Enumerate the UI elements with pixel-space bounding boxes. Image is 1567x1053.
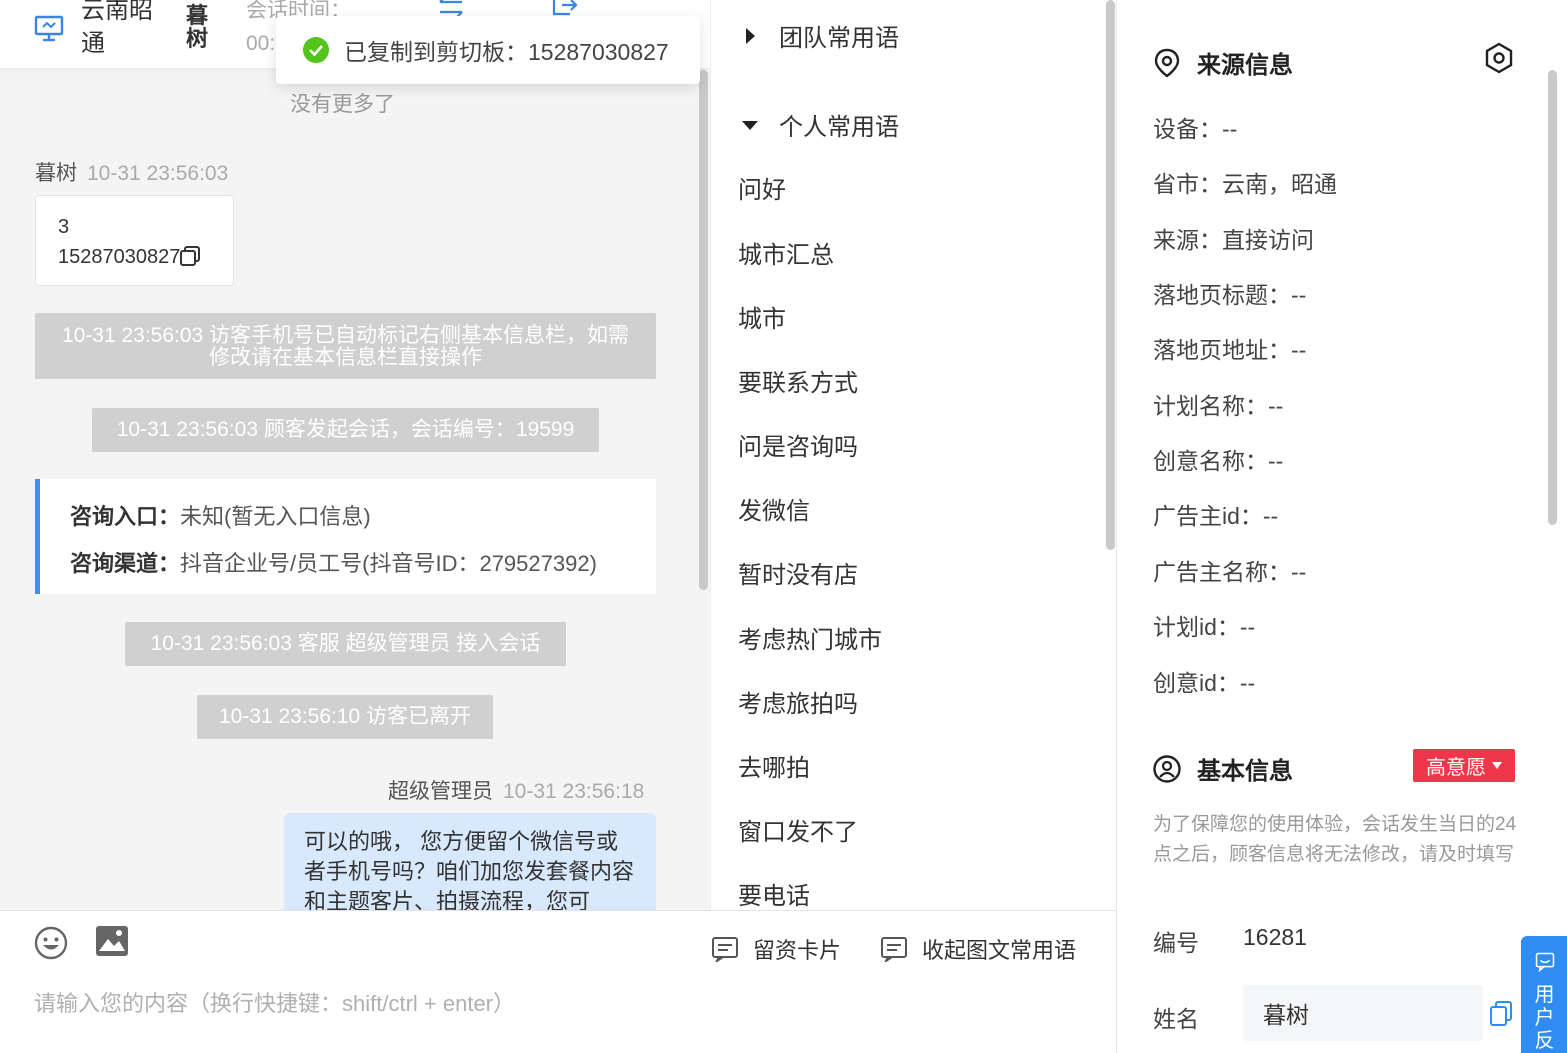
message-meta: 暮树 10-31 23:56:03 xyxy=(35,157,228,187)
sender-name: 超级管理员 xyxy=(388,780,493,803)
feedback-icon xyxy=(1535,952,1554,972)
copy-icon[interactable] xyxy=(180,246,201,266)
phrases-panel: 团队常用语 个人常用语 问好 城市汇总 城市 要联系方式 问是咨询吗 发微信 暂… xyxy=(710,0,1116,910)
group-label: 个人常用语 xyxy=(779,114,899,141)
id-label: 编号 xyxy=(1153,930,1199,956)
user-circle-icon xyxy=(1153,754,1181,783)
intent-value: 高意愿 xyxy=(1426,757,1486,779)
system-message: 10-31 23:56:10 访客已离开 xyxy=(197,695,493,739)
source-row: 广告主名称：-- xyxy=(1153,559,1307,585)
no-more-text: 没有更多了 xyxy=(290,93,395,116)
feedback-tab[interactable]: 用户反 xyxy=(1521,936,1567,1053)
basic-info-header: 基本信息 xyxy=(1153,751,1293,786)
phone-number: 15287030827 xyxy=(58,246,181,268)
message-input[interactable] xyxy=(34,991,1034,1017)
source-row: 落地页地址：-- xyxy=(1153,337,1307,363)
phrase-item[interactable]: 发微信 xyxy=(738,491,810,526)
name-label: 姓名 xyxy=(1153,1006,1199,1032)
collapse-phrases-button[interactable]: 收起图文常用语 xyxy=(880,933,1076,965)
visitor-name: 暮树 xyxy=(186,3,209,51)
message-list-icon xyxy=(881,937,907,962)
source-row: 计划id：-- xyxy=(1153,614,1256,640)
channel-value: 抖音企业号/员工号(抖音号ID：279527392) xyxy=(180,551,597,576)
message-line: 3 xyxy=(58,216,70,238)
system-message: 10-31 23:56:03 顾客发起会话，会话编号：19599 xyxy=(92,408,599,452)
phrase-item[interactable]: 问是咨询吗 xyxy=(738,427,858,462)
copy-icon[interactable] xyxy=(1489,1001,1513,1027)
name-field[interactable] xyxy=(1243,985,1483,1041)
lead-card-button[interactable]: 留资卡片 xyxy=(711,933,841,965)
phrase-item[interactable]: 暂时没有店 xyxy=(738,555,858,590)
emoji-icon[interactable] xyxy=(34,926,68,960)
source-row: 计划名称：-- xyxy=(1153,393,1284,419)
phrase-item[interactable]: 城市 xyxy=(738,299,786,334)
entry-value: 未知(暂无入口信息) xyxy=(180,504,371,529)
copy-toast: 已复制到剪切板：15287030827 xyxy=(276,16,700,84)
team-phrases-group[interactable]: 团队常用语 xyxy=(741,18,899,53)
settings-icon[interactable] xyxy=(1483,42,1515,74)
phrases-scrollbar[interactable] xyxy=(1106,0,1115,550)
section-title: 基本信息 xyxy=(1197,758,1293,785)
chat-scrollbar[interactable] xyxy=(699,70,708,590)
message-meta: 超级管理员 10-31 23:56:18 xyxy=(388,775,644,805)
collapse-phrases-label: 收起图文常用语 xyxy=(922,938,1077,963)
caret-down-icon xyxy=(742,120,758,130)
caret-right-icon xyxy=(746,27,755,44)
visitor-message: 3 15287030827 xyxy=(35,195,234,286)
source-row: 创意名称：-- xyxy=(1153,448,1284,474)
lead-card-label: 留资卡片 xyxy=(753,938,842,963)
phrase-item[interactable]: 考虑热门城市 xyxy=(738,620,882,655)
phrase-item[interactable]: 问好 xyxy=(738,170,786,205)
entry-label: 咨询入口： xyxy=(70,504,181,529)
chat-panel: 云南昭通 暮树 会话时间： 00: 没有更多了 暮树 10-31 23:56:03… xyxy=(0,0,710,1053)
edit-notice: 为了保障您的使用体验，会话发生当日的24点之后，顾客信息将无法修改，请及时填写 xyxy=(1153,814,1517,865)
toast-text: 已复制到剪切板：15287030827 xyxy=(344,39,669,65)
source-row: 广告主id：-- xyxy=(1153,503,1279,529)
phrase-item[interactable]: 考虑旅拍吗 xyxy=(738,684,858,719)
intent-dropdown[interactable]: 高意愿 xyxy=(1413,749,1515,782)
message-card-icon xyxy=(712,937,738,962)
session-time-value: 00: xyxy=(246,32,276,55)
section-title: 来源信息 xyxy=(1197,52,1293,79)
source-row: 省市：云南，昭通 xyxy=(1153,171,1337,197)
source-row: 创意id：-- xyxy=(1153,670,1256,696)
message-time: 10-31 23:56:18 xyxy=(503,780,645,803)
phrase-item[interactable]: 要联系方式 xyxy=(738,363,858,398)
phrase-item[interactable]: 窗口发不了 xyxy=(738,812,858,847)
monitor-icon xyxy=(34,15,64,42)
personal-phrases-group[interactable]: 个人常用语 xyxy=(741,107,899,142)
phrase-item[interactable]: 去哪拍 xyxy=(738,748,810,783)
phrase-item[interactable]: 要电话 xyxy=(738,876,810,910)
feedback-label: 用户反 xyxy=(1534,984,1555,1052)
source-row: 落地页标题：-- xyxy=(1153,282,1307,308)
input-area: 留资卡片 收起图文常用语 xyxy=(0,910,1116,1053)
source-row: 来源：直接访问 xyxy=(1153,227,1314,253)
image-icon[interactable] xyxy=(95,925,129,957)
message-time: 10-31 23:56:03 xyxy=(87,162,229,185)
entry-info-card: 咨询入口：未知(暂无入口信息) 咨询渠道：抖音企业号/员工号(抖音号ID：279… xyxy=(35,479,656,594)
caret-down-icon xyxy=(1492,761,1502,769)
group-label: 团队常用语 xyxy=(779,25,899,52)
location-pin-icon xyxy=(1154,48,1180,77)
info-scrollbar[interactable] xyxy=(1548,70,1557,525)
visitor-info-panel: 来源信息 设备：-- 省市：云南，昭通 来源：直接访问 落地页标题：-- 落地页… xyxy=(1116,0,1567,1053)
source-row: 设备：-- xyxy=(1153,116,1238,142)
system-message: 10-31 23:56:03 访客手机号已自动标记右侧基本信息栏，如需修改请在基… xyxy=(35,313,656,379)
visitor-location: 云南昭通 xyxy=(81,0,153,57)
check-circle-icon xyxy=(303,37,329,63)
source-info-header: 来源信息 xyxy=(1153,45,1293,80)
system-message: 10-31 23:56:03 客服 超级管理员 接入会话 xyxy=(125,622,566,666)
channel-label: 咨询渠道： xyxy=(70,551,181,576)
sender-name: 暮树 xyxy=(35,162,77,185)
phrase-item[interactable]: 城市汇总 xyxy=(738,235,834,270)
id-value: 16281 xyxy=(1243,924,1307,950)
